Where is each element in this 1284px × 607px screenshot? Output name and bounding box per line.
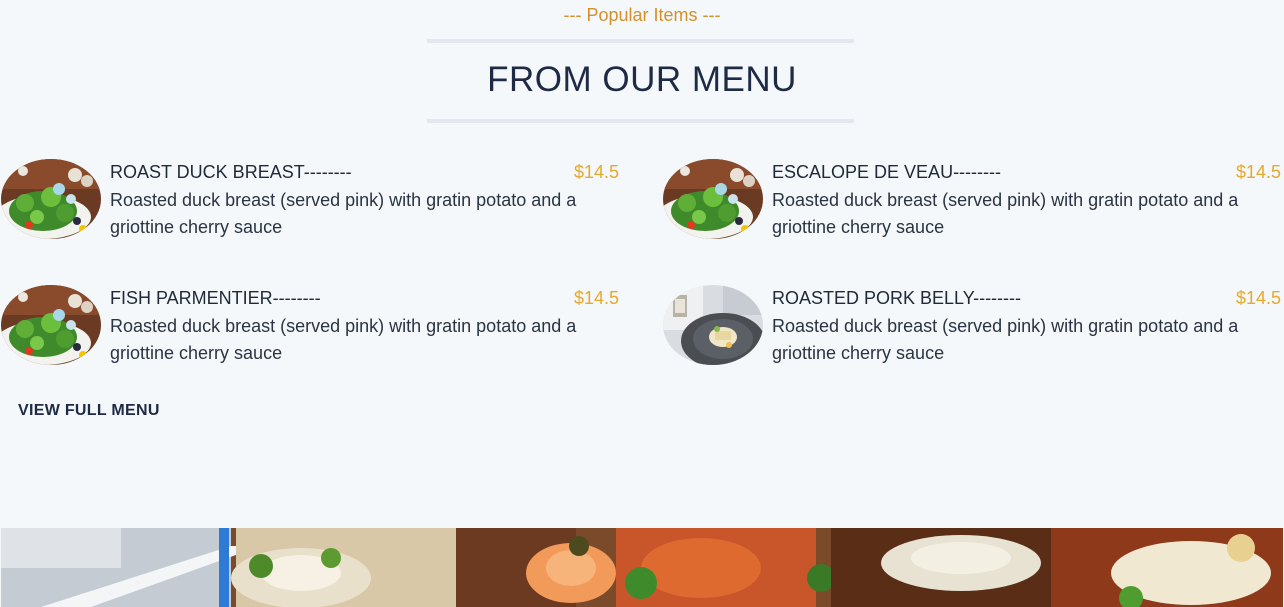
menu-item-price: $14.5	[573, 288, 619, 308]
menu-item-price: $14.5	[573, 162, 619, 182]
section-title: FROM OUR MENU	[487, 60, 797, 99]
menu-item: ROASTED PORK BELLY-------- $14.5 Roasted…	[663, 285, 1283, 367]
menu-item: ROAST DUCK BREAST-------- $14.5 Roasted …	[1, 159, 621, 241]
section-subtitle: --- Popular Items ---	[563, 5, 721, 25]
menu-item: FISH PARMENTIER-------- $14.5 Roasted du…	[1, 285, 621, 367]
menu-item-price: $14.5	[1235, 288, 1281, 308]
pork-belly-plate-image	[663, 285, 763, 365]
title-rule-bottom	[427, 119, 854, 123]
menu-item-description: Roasted duck breast (served pink) with g…	[772, 190, 1239, 237]
menu-item-price: $14.5	[1235, 162, 1281, 182]
title-rule-top	[427, 39, 854, 43]
view-full-menu-button[interactable]: VIEW FULL MENU	[18, 402, 160, 420]
menu-item-description: Roasted duck breast (served pink) with g…	[110, 316, 577, 363]
salad-plate-image	[663, 159, 763, 239]
menu-item-name[interactable]: ESCALOPE DE VEAU--------	[772, 162, 1001, 183]
menu-item-name[interactable]: FISH PARMENTIER--------	[110, 288, 321, 309]
menu-item: ESCALOPE DE VEAU-------- $14.5 Roasted d…	[663, 159, 1283, 241]
salad-plate-image	[1, 159, 101, 239]
menu-item-name[interactable]: ROASTED PORK BELLY--------	[772, 288, 1021, 309]
food-banner-image	[1, 528, 1283, 607]
menu-item-description: Roasted duck breast (served pink) with g…	[110, 190, 577, 237]
menu-item-description: Roasted duck breast (served pink) with g…	[772, 316, 1239, 363]
menu-item-name[interactable]: ROAST DUCK BREAST--------	[110, 162, 352, 183]
salad-plate-image	[1, 285, 101, 365]
